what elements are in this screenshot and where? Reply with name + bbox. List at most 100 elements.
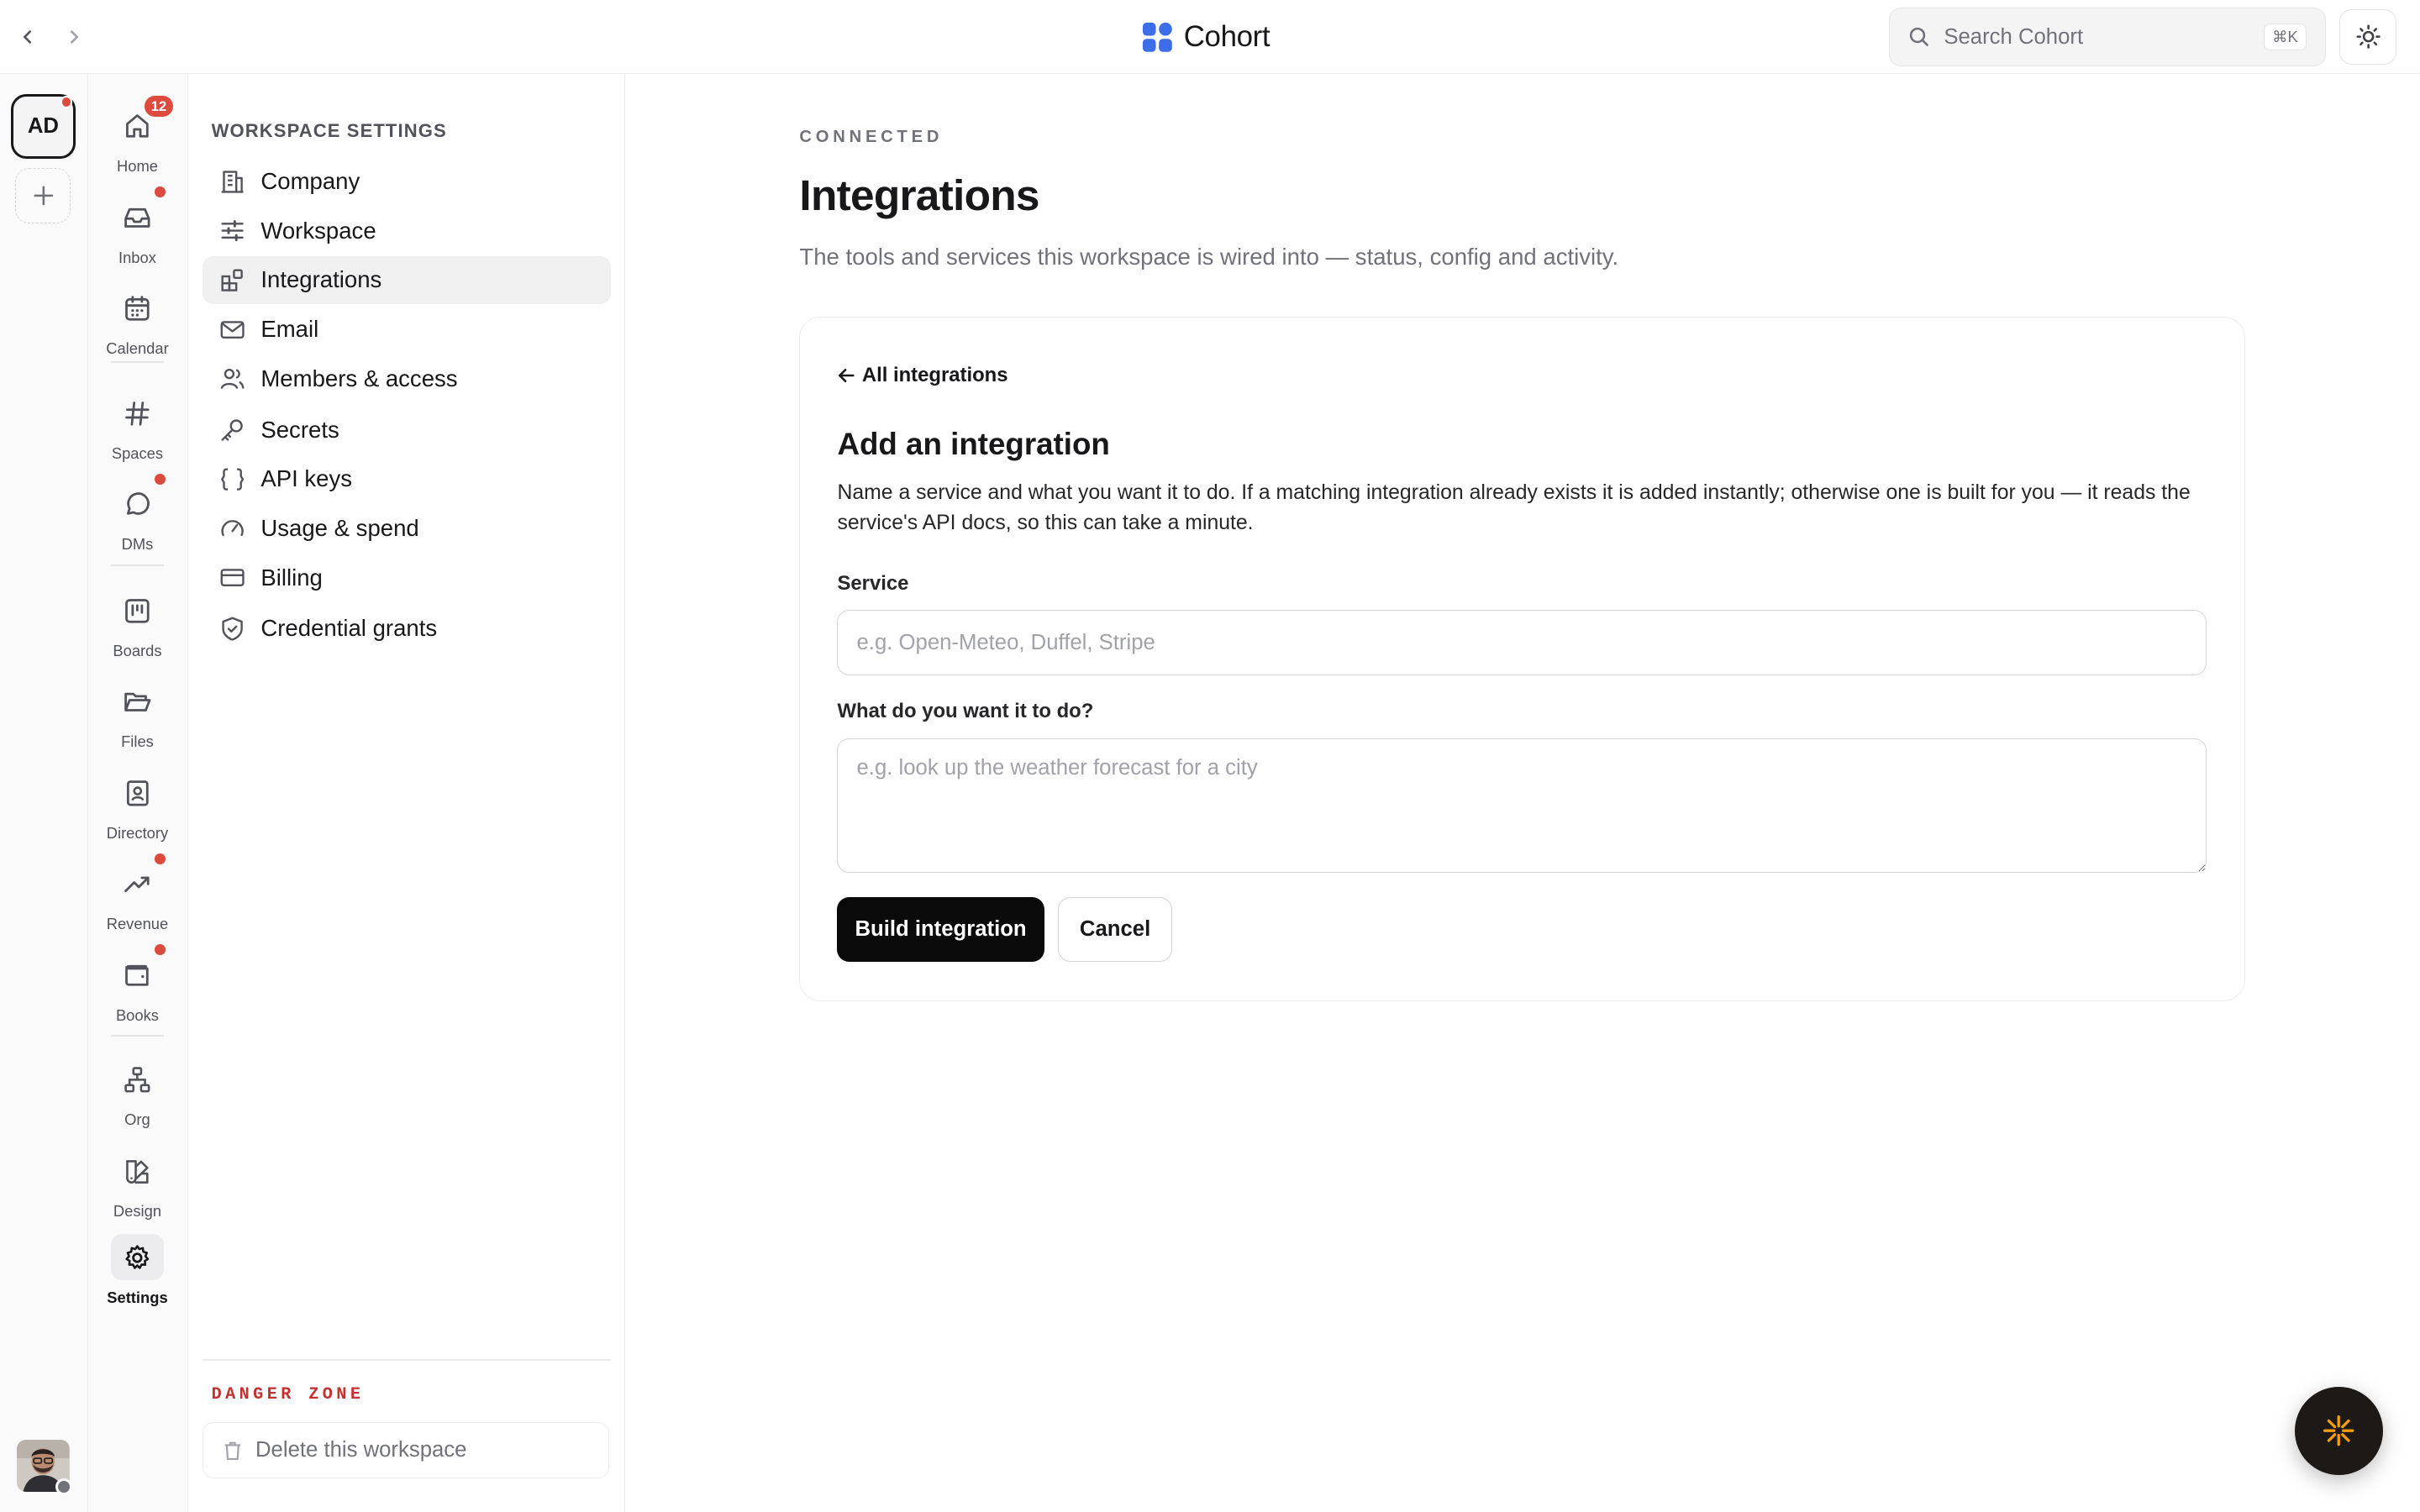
nav-directory[interactable]: Directory	[88, 770, 187, 843]
workspace-notification-dot	[60, 95, 73, 108]
app-brand[interactable]: Cohort	[1142, 18, 1270, 55]
sparkle-icon	[2322, 1414, 2355, 1447]
card-description: Name a service and what you want it to d…	[837, 480, 2191, 535]
settings-item-company[interactable]: Company	[203, 157, 612, 205]
app-navigation: 12 Home Inbox Calendar Spaces DMs Boards…	[87, 74, 189, 1512]
nav-inbox[interactable]: Inbox	[88, 186, 187, 266]
build-integration-button[interactable]: Build integration	[837, 897, 1044, 963]
search-placeholder: Search Cohort	[1944, 24, 2084, 49]
add-workspace-button[interactable]	[15, 168, 71, 224]
nav-label-home: Home	[116, 157, 158, 176]
settings-item-label: Billing	[260, 564, 323, 591]
delete-workspace-label: Delete this workspace	[255, 1437, 467, 1462]
settings-item-integrations[interactable]: Integrations	[202, 255, 612, 304]
nav-boards[interactable]: Boards	[88, 588, 187, 660]
gauge-icon	[219, 515, 245, 541]
nav-org[interactable]: Org	[88, 1057, 187, 1129]
plus-icon	[33, 185, 55, 207]
trash-icon	[222, 1440, 244, 1462]
nav-books[interactable]: Books	[88, 944, 187, 1024]
task-label: What do you want it to do?	[837, 700, 1094, 723]
trending-up-icon	[122, 869, 153, 900]
app-name: Cohort	[1183, 20, 1270, 54]
arrow-left-icon	[837, 366, 855, 385]
calendar-icon	[122, 293, 153, 324]
danger-divider	[202, 1359, 612, 1361]
settings-sidebar: WORKSPACE SETTINGS Company Workspace Int…	[188, 74, 625, 1512]
building-icon	[219, 168, 245, 194]
inbox-icon	[122, 202, 153, 234]
contact-book-icon	[122, 778, 153, 809]
nav-spaces[interactable]: Spaces	[88, 391, 187, 463]
add-integration-card: All integrations Add an integration Name…	[799, 316, 2246, 1001]
settings-item-label: Secrets	[260, 416, 339, 443]
nav-divider	[111, 360, 164, 363]
sliders-icon	[219, 218, 245, 244]
settings-item-email[interactable]: Email	[203, 306, 612, 354]
cohort-logo-icon	[1143, 22, 1172, 52]
nav-dms[interactable]: DMs	[88, 473, 187, 554]
search-icon	[1908, 26, 1930, 48]
nav-label-calendar: Calendar	[106, 339, 169, 358]
all-integrations-label: All integrations	[861, 363, 1008, 386]
cancel-button[interactable]: Cancel	[1058, 897, 1173, 963]
service-input[interactable]	[837, 610, 2207, 675]
nav-label-spaces: Spaces	[111, 444, 164, 462]
workspace-rail: AD	[0, 74, 88, 1512]
nav-calendar[interactable]: Calendar	[88, 286, 187, 358]
shield-check-icon	[219, 616, 245, 642]
main-content: CONNECTED Integrations The tools and ser…	[625, 74, 2420, 1512]
assistant-fab-button[interactable]	[2295, 1387, 2383, 1475]
nav-label-design: Design	[113, 1201, 162, 1220]
settings-title: WORKSPACE SETTINGS	[211, 120, 447, 142]
nav-design[interactable]: Design	[88, 1147, 187, 1220]
user-status-dot	[55, 1478, 73, 1495]
settings-item-workspace[interactable]: Workspace	[203, 207, 612, 255]
settings-item-members-access[interactable]: Members & access	[203, 354, 612, 402]
hash-icon	[122, 398, 153, 429]
nav-settings[interactable]: Settings	[88, 1234, 187, 1306]
swatch-book-icon	[122, 1156, 153, 1187]
danger-zone-title: DANGER ZONE	[211, 1385, 365, 1405]
forward-arrow-icon[interactable]	[59, 22, 90, 53]
settings-item-label: Company	[260, 167, 360, 194]
nav-label-revenue: Revenue	[106, 915, 169, 933]
search-shortcut: ⌘K	[2263, 24, 2307, 50]
settings-item-usage-spend[interactable]: Usage & spend	[203, 505, 612, 553]
settings-item-billing[interactable]: Billing	[203, 554, 612, 601]
settings-item-label: Credential grants	[260, 615, 438, 642]
dms-unread-dot	[154, 473, 166, 485]
service-label: Service	[837, 571, 909, 595]
all-integrations-link[interactable]: All integrations	[837, 363, 1008, 387]
users-icon	[219, 365, 245, 391]
nav-files[interactable]: Files	[88, 679, 187, 751]
sun-icon	[2355, 24, 2381, 50]
task-textarea[interactable]	[837, 738, 2207, 873]
settings-item-credential-grants[interactable]: Credential grants	[203, 605, 612, 653]
delete-workspace-button[interactable]: Delete this workspace	[202, 1422, 610, 1478]
top-bar: Cohort Search Cohort ⌘K	[0, 0, 2420, 75]
settings-item-label: Usage & spend	[260, 515, 419, 542]
nav-label-settings: Settings	[107, 1288, 168, 1306]
folder-open-icon	[122, 686, 153, 717]
page-eyebrow: CONNECTED	[799, 128, 944, 147]
settings-item-label: Email	[260, 316, 319, 343]
settings-item-label: Members & access	[260, 365, 458, 391]
theme-toggle-button[interactable]	[2339, 9, 2397, 66]
key-icon	[219, 417, 245, 443]
nav-divider	[111, 564, 164, 567]
nav-label-dms: DMs	[121, 535, 154, 554]
blocks-icon	[219, 267, 245, 293]
nav-home[interactable]: 12 Home	[88, 94, 187, 176]
wallet-icon	[122, 959, 153, 990]
nav-label-inbox: Inbox	[118, 248, 156, 266]
settings-item-secrets[interactable]: Secrets	[203, 406, 612, 454]
settings-item-label: Integrations	[260, 266, 382, 293]
search-bar[interactable]: Search Cohort ⌘K	[1889, 8, 2326, 66]
nav-label-org: Org	[124, 1110, 150, 1129]
page-title: Integrations	[799, 171, 1039, 220]
back-arrow-icon[interactable]	[13, 22, 44, 53]
settings-item-api-keys[interactable]: API keys	[203, 455, 612, 503]
page-subtitle: The tools and services this workspace is…	[799, 244, 1619, 270]
nav-revenue[interactable]: Revenue	[88, 853, 187, 933]
